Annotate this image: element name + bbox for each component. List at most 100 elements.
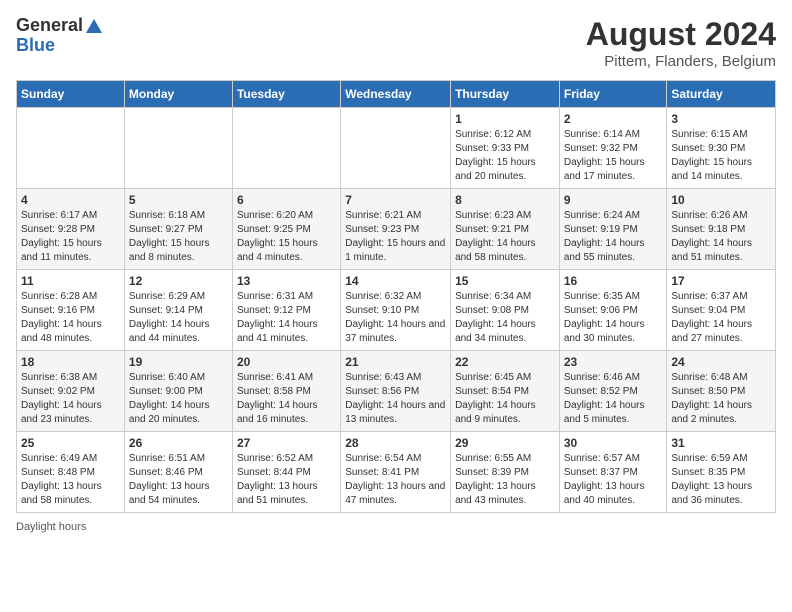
week-row-3: 11 Sunrise: 6:28 AMSunset: 9:16 PMDayligh… <box>17 270 776 351</box>
day-number: 15 <box>455 274 555 288</box>
day-info: Sunrise: 6:20 AMSunset: 9:25 PMDaylight:… <box>237 209 336 265</box>
day-cell: 24Sunrise: 6:48 AMSunset: 8:50 PMDayligh… <box>667 351 776 432</box>
day-info: Sunrise: 6:41 AMSunset: 8:58 PMDaylight:… <box>237 371 336 427</box>
day-info: Sunrise: 6:29 AMSunset: 9:14 PMDaylight:… <box>129 290 228 346</box>
day-number: 16 <box>564 274 663 288</box>
day-cell: 30 Sunrise: 6:57 AMSunset: 8:37 PMDayligh… <box>559 432 667 513</box>
day-info: Sunrise: 6:34 AMSunset: 9:08 PMDaylight:… <box>455 290 555 346</box>
day-info: Sunrise: 6:54 AMSunset: 8:41 PMDaylight:… <box>345 452 446 508</box>
day-number: 4 <box>21 193 120 207</box>
day-cell: 15 Sunrise: 6:34 AMSunset: 9:08 PMDayligh… <box>451 270 560 351</box>
day-number: 22 <box>455 355 555 369</box>
day-cell: 11 Sunrise: 6:28 AMSunset: 9:16 PMDayligh… <box>17 270 125 351</box>
day-cell: 5 Sunrise: 6:18 AMSunset: 9:27 PMDaylight… <box>124 189 232 270</box>
day-info: Sunrise: 6:52 AMSunset: 8:44 PMDaylight:… <box>237 452 336 508</box>
day-number: 10 <box>671 193 771 207</box>
logo-triangle-icon <box>85 17 103 35</box>
day-info: Sunrise: 6:40 AMSunset: 9:00 PMDaylight:… <box>129 371 228 427</box>
day-number: 6 <box>237 193 336 207</box>
day-number: 19 <box>129 355 228 369</box>
day-cell: 18 Sunrise: 6:38 AMSunset: 9:02 PMDayligh… <box>17 351 125 432</box>
day-info: Sunrise: 6:18 AMSunset: 9:27 PMDaylight:… <box>129 209 228 265</box>
col-header-monday: Monday <box>124 81 232 108</box>
day-cell: 3Sunrise: 6:15 AMSunset: 9:30 PMDaylight… <box>667 108 776 189</box>
day-number: 25 <box>21 436 120 450</box>
day-number: 26 <box>129 436 228 450</box>
day-info: Sunrise: 6:49 AMSunset: 8:48 PMDaylight:… <box>21 452 120 508</box>
day-number: 17 <box>671 274 771 288</box>
logo: General Blue <box>16 16 103 56</box>
day-number: 8 <box>455 193 555 207</box>
logo-general: General <box>16 16 83 36</box>
day-cell: 10Sunrise: 6:26 AMSunset: 9:18 PMDayligh… <box>667 189 776 270</box>
day-cell: 4 Sunrise: 6:17 AMSunset: 9:28 PMDaylight… <box>17 189 125 270</box>
day-info: Sunrise: 6:23 AMSunset: 9:21 PMDaylight:… <box>455 209 555 265</box>
week-row-1: 1Sunrise: 6:12 AMSunset: 9:33 PMDaylight… <box>17 108 776 189</box>
day-cell <box>17 108 125 189</box>
header: General Blue August 2024 Pittem, Flander… <box>16 16 776 70</box>
day-cell: 13 Sunrise: 6:31 AMSunset: 9:12 PMDayligh… <box>232 270 340 351</box>
col-header-thursday: Thursday <box>451 81 560 108</box>
day-number: 9 <box>564 193 663 207</box>
day-number: 11 <box>21 274 120 288</box>
day-cell: 14 Sunrise: 6:32 AMSunset: 9:10 PMDayligh… <box>341 270 451 351</box>
day-info: Sunrise: 6:55 AMSunset: 8:39 PMDaylight:… <box>455 452 555 508</box>
day-number: 12 <box>129 274 228 288</box>
day-cell <box>232 108 340 189</box>
day-info: Sunrise: 6:57 AMSunset: 8:37 PMDaylight:… <box>564 452 663 508</box>
day-info: Sunrise: 6:46 AMSunset: 8:52 PMDaylight:… <box>564 371 663 427</box>
day-info: Sunrise: 6:17 AMSunset: 9:28 PMDaylight:… <box>21 209 120 265</box>
day-cell: 20 Sunrise: 6:41 AMSunset: 8:58 PMDayligh… <box>232 351 340 432</box>
day-info: Sunrise: 6:59 AMSunset: 8:35 PMDaylight:… <box>671 452 771 508</box>
day-cell: 23 Sunrise: 6:46 AMSunset: 8:52 PMDayligh… <box>559 351 667 432</box>
day-number: 20 <box>237 355 336 369</box>
day-info: Sunrise: 6:51 AMSunset: 8:46 PMDaylight:… <box>129 452 228 508</box>
day-info: Sunrise: 6:45 AMSunset: 8:54 PMDaylight:… <box>455 371 555 427</box>
day-cell: 2Sunrise: 6:14 AMSunset: 9:32 PMDaylight… <box>559 108 667 189</box>
day-info: Sunrise: 6:43 AMSunset: 8:56 PMDaylight:… <box>345 371 446 427</box>
day-cell: 27 Sunrise: 6:52 AMSunset: 8:44 PMDayligh… <box>232 432 340 513</box>
day-number: 24 <box>671 355 771 369</box>
day-cell: 17 Sunrise: 6:37 AMSunset: 9:04 PMDayligh… <box>667 270 776 351</box>
day-cell: 26 Sunrise: 6:51 AMSunset: 8:46 PMDayligh… <box>124 432 232 513</box>
day-info: Sunrise: 6:21 AMSunset: 9:23 PMDaylight:… <box>345 209 446 265</box>
week-row-4: 18 Sunrise: 6:38 AMSunset: 9:02 PMDayligh… <box>17 351 776 432</box>
title-section: August 2024 Pittem, Flanders, Belgium <box>586 16 776 70</box>
day-number: 28 <box>345 436 446 450</box>
day-number: 14 <box>345 274 446 288</box>
day-info: Sunrise: 6:37 AMSunset: 9:04 PMDaylight:… <box>671 290 771 346</box>
day-cell <box>124 108 232 189</box>
day-cell: 19 Sunrise: 6:40 AMSunset: 9:00 PMDayligh… <box>124 351 232 432</box>
daylight-hours-label: Daylight hours <box>16 521 86 533</box>
day-info: Sunrise: 6:24 AMSunset: 9:19 PMDaylight:… <box>564 209 663 265</box>
day-number: 21 <box>345 355 446 369</box>
day-number: 7 <box>345 193 446 207</box>
day-info: Sunrise: 6:31 AMSunset: 9:12 PMDaylight:… <box>237 290 336 346</box>
day-number: 30 <box>564 436 663 450</box>
day-number: 23 <box>564 355 663 369</box>
day-number: 27 <box>237 436 336 450</box>
week-row-2: 4 Sunrise: 6:17 AMSunset: 9:28 PMDaylight… <box>17 189 776 270</box>
day-cell: 25 Sunrise: 6:49 AMSunset: 8:48 PMDayligh… <box>17 432 125 513</box>
logo-blue: Blue <box>16 36 55 56</box>
day-cell: 22 Sunrise: 6:45 AMSunset: 8:54 PMDayligh… <box>451 351 560 432</box>
day-info: Sunrise: 6:38 AMSunset: 9:02 PMDaylight:… <box>21 371 120 427</box>
day-info: Sunrise: 6:28 AMSunset: 9:16 PMDaylight:… <box>21 290 120 346</box>
day-number: 5 <box>129 193 228 207</box>
day-cell: 12 Sunrise: 6:29 AMSunset: 9:14 PMDayligh… <box>124 270 232 351</box>
month-year: August 2024 <box>586 16 776 53</box>
day-number: 18 <box>21 355 120 369</box>
legend: Daylight hours <box>16 521 776 533</box>
day-cell <box>341 108 451 189</box>
col-header-saturday: Saturday <box>667 81 776 108</box>
day-cell: 6 Sunrise: 6:20 AMSunset: 9:25 PMDaylight… <box>232 189 340 270</box>
day-info: Sunrise: 6:15 AMSunset: 9:30 PMDaylight:… <box>671 128 771 184</box>
day-cell: 1Sunrise: 6:12 AMSunset: 9:33 PMDaylight… <box>451 108 560 189</box>
calendar-table: SundayMondayTuesdayWednesdayThursdayFrid… <box>16 80 776 513</box>
day-cell: 28 Sunrise: 6:54 AMSunset: 8:41 PMDayligh… <box>341 432 451 513</box>
col-header-friday: Friday <box>559 81 667 108</box>
day-number: 13 <box>237 274 336 288</box>
day-cell: 31 Sunrise: 6:59 AMSunset: 8:35 PMDayligh… <box>667 432 776 513</box>
day-info: Sunrise: 6:32 AMSunset: 9:10 PMDaylight:… <box>345 290 446 346</box>
day-number: 31 <box>671 436 771 450</box>
